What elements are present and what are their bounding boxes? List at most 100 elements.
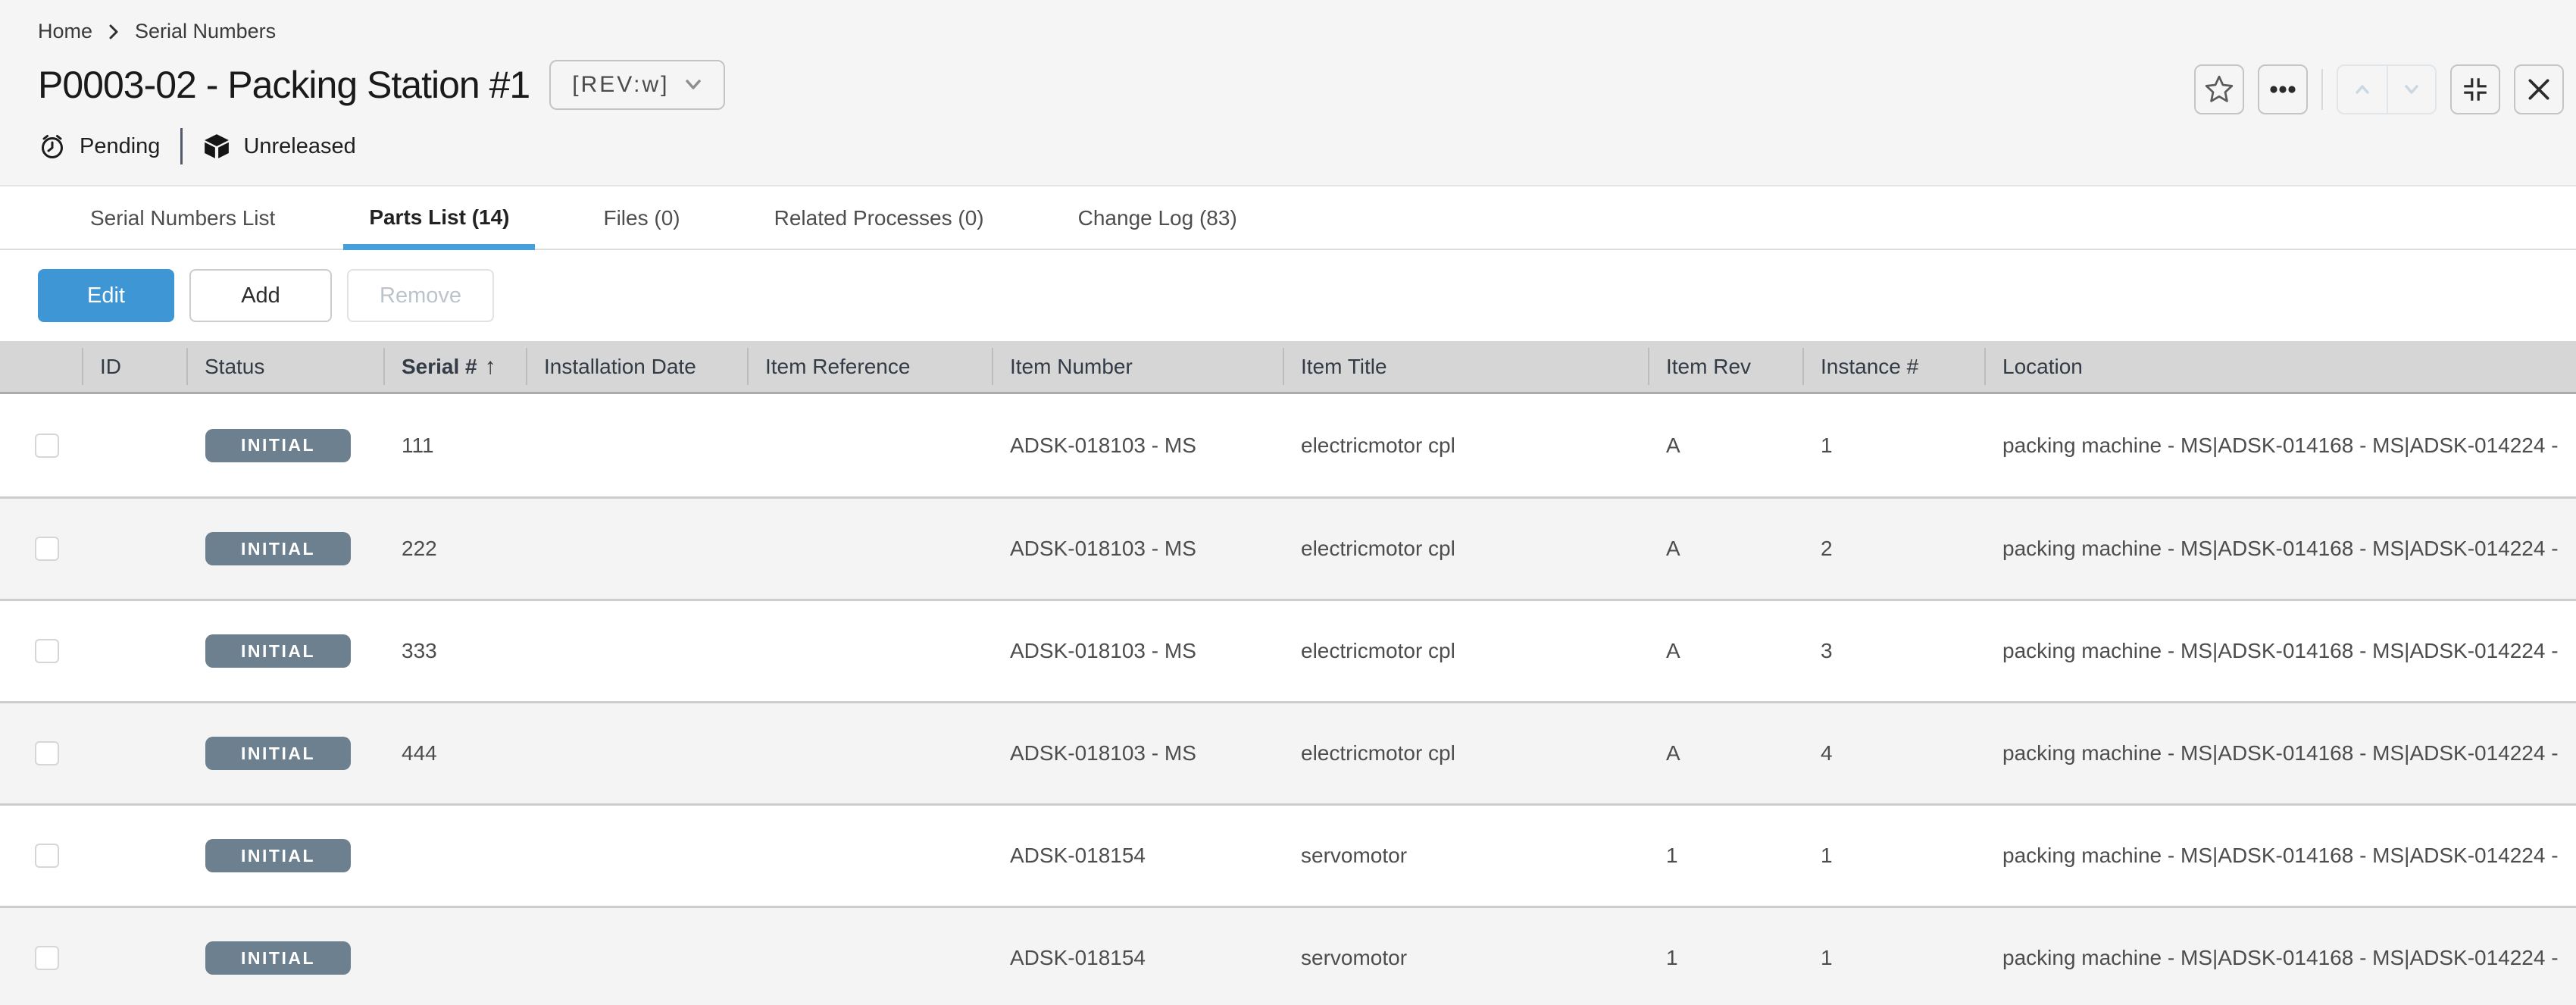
status-divider — [180, 128, 183, 164]
actions-divider — [2321, 69, 2323, 110]
row-select-checkbox[interactable] — [35, 946, 59, 970]
bookmark-button[interactable] — [2194, 64, 2244, 114]
next-button — [2387, 66, 2435, 113]
cell-instance: 1 — [1802, 434, 1984, 458]
status-badge: INITIAL — [205, 429, 351, 462]
column-header-item-title[interactable]: Item Title — [1283, 341, 1648, 392]
column-header-item-number[interactable]: Item Number — [992, 341, 1283, 392]
column-header-installation-date[interactable]: Installation Date — [526, 341, 747, 392]
cell-item-rev: A — [1648, 639, 1802, 663]
row-select-checkbox[interactable] — [35, 434, 59, 458]
cell-item-title: electricmotor cpl — [1283, 537, 1648, 561]
chevron-down-icon — [2400, 78, 2423, 101]
cell-item-number: ADSK-018154 — [992, 844, 1283, 868]
chevron-right-icon — [108, 22, 120, 42]
header-actions — [2194, 64, 2564, 114]
revision-dropdown[interactable]: [REV:w] — [549, 60, 725, 110]
cell-instance: 1 — [1802, 844, 1984, 868]
close-button[interactable] — [2514, 64, 2564, 114]
box-icon — [203, 133, 230, 160]
cell-instance: 2 — [1802, 537, 1984, 561]
page-header: Home Serial Numbers P0003-02 - Packing S… — [0, 0, 2576, 186]
table-row[interactable]: INITIAL ADSK-018154 servomotor 1 1 packi… — [0, 803, 2576, 906]
collapse-icon — [2461, 75, 2490, 104]
table-row[interactable]: INITIAL 333 ADSK-018103 - MS electricmot… — [0, 599, 2576, 701]
tab-files[interactable]: Files (0) — [577, 186, 705, 250]
column-header-item-reference[interactable]: Item Reference — [747, 341, 992, 392]
row-select-cell — [0, 741, 82, 765]
status-badge: INITIAL — [205, 941, 351, 975]
cell-item-rev: 1 — [1648, 844, 1802, 868]
column-header-instance[interactable]: Instance # — [1802, 341, 1984, 392]
column-header-status[interactable]: Status — [186, 341, 383, 392]
cell-serial: 222 — [383, 537, 526, 561]
clock-icon — [38, 132, 67, 161]
prev-next-pager — [2337, 64, 2437, 114]
status-badge: INITIAL — [205, 839, 351, 872]
ellipsis-icon — [2268, 75, 2297, 104]
chevron-down-icon — [684, 79, 702, 91]
cell-status: INITIAL — [186, 429, 383, 462]
cell-item-number: ADSK-018103 - MS — [992, 741, 1283, 765]
tab-related-processes[interactable]: Related Processes (0) — [749, 186, 1010, 250]
more-options-button[interactable] — [2258, 64, 2308, 114]
cell-item-title: electricmotor cpl — [1283, 741, 1648, 765]
table-row[interactable]: INITIAL 222 ADSK-018103 - MS electricmot… — [0, 496, 2576, 599]
column-header-item-rev[interactable]: Item Rev — [1648, 341, 1802, 392]
column-header-serial[interactable]: Serial # ↑ — [383, 341, 526, 392]
cell-item-title: servomotor — [1283, 946, 1648, 970]
close-icon — [2525, 76, 2553, 103]
cell-status: INITIAL — [186, 941, 383, 975]
table-row[interactable]: INITIAL 111 ADSK-018103 - MS electricmot… — [0, 394, 2576, 496]
table-row[interactable]: INITIAL ADSK-018154 servomotor 1 1 packi… — [0, 906, 2576, 1005]
tab-change-log[interactable]: Change Log (83) — [1052, 186, 1263, 250]
row-select-checkbox[interactable] — [35, 639, 59, 663]
row-select-checkbox[interactable] — [35, 741, 59, 765]
edit-button[interactable]: Edit — [38, 269, 174, 322]
column-header-select — [0, 341, 82, 392]
cell-instance: 4 — [1802, 741, 1984, 765]
row-select-checkbox[interactable] — [35, 537, 59, 561]
cell-item-title: servomotor — [1283, 844, 1648, 868]
cell-item-title: electricmotor cpl — [1283, 639, 1648, 663]
cell-item-rev: 1 — [1648, 946, 1802, 970]
cell-item-number: ADSK-018103 - MS — [992, 537, 1283, 561]
cell-status: INITIAL — [186, 839, 383, 872]
cell-location: packing machine - MS|ADSK-014168 - MS|AD… — [1984, 537, 2576, 561]
cell-instance: 1 — [1802, 946, 1984, 970]
row-select-cell — [0, 844, 82, 868]
cell-status: INITIAL — [186, 737, 383, 770]
row-select-cell — [0, 434, 82, 458]
row-select-cell — [0, 946, 82, 970]
status-badge: INITIAL — [205, 634, 351, 668]
row-select-checkbox[interactable] — [35, 844, 59, 868]
release-status: Unreleased — [203, 133, 355, 160]
cell-serial: 444 — [383, 741, 526, 765]
cell-item-number: ADSK-018103 - MS — [992, 639, 1283, 663]
cell-item-title: electricmotor cpl — [1283, 434, 1648, 458]
column-header-serial-label: Serial # — [402, 355, 477, 379]
cell-item-number: ADSK-018103 - MS — [992, 434, 1283, 458]
cell-item-rev: A — [1648, 537, 1802, 561]
lifecycle-status-label: Pending — [80, 134, 160, 159]
tab-parts-list[interactable]: Parts List (14) — [343, 186, 535, 250]
collapse-button[interactable] — [2450, 64, 2500, 114]
column-header-id[interactable]: ID — [82, 341, 186, 392]
table-header: ID Status Serial # ↑ Installation Date I… — [0, 341, 2576, 394]
chevron-up-icon — [2351, 78, 2374, 101]
table-row[interactable]: INITIAL 444 ADSK-018103 - MS electricmot… — [0, 701, 2576, 803]
status-row: Pending Unreleased — [38, 128, 2576, 164]
cell-instance: 3 — [1802, 639, 1984, 663]
add-button[interactable]: Add — [189, 269, 332, 322]
row-select-cell — [0, 537, 82, 561]
tab-bar: Serial Numbers List Parts List (14) File… — [0, 186, 2576, 250]
cell-location: packing machine - MS|ADSK-014168 - MS|AD… — [1984, 434, 2576, 458]
column-header-location[interactable]: Location — [1984, 341, 2576, 392]
lifecycle-status: Pending — [38, 132, 160, 161]
status-badge: INITIAL — [205, 737, 351, 770]
breadcrumb-current: Serial Numbers — [135, 20, 276, 43]
tab-serial-numbers-list[interactable]: Serial Numbers List — [64, 186, 301, 250]
page-title: P0003-02 - Packing Station #1 — [38, 63, 530, 107]
breadcrumb-home[interactable]: Home — [38, 20, 92, 43]
parts-toolbar: Edit Add Remove — [0, 250, 2576, 341]
